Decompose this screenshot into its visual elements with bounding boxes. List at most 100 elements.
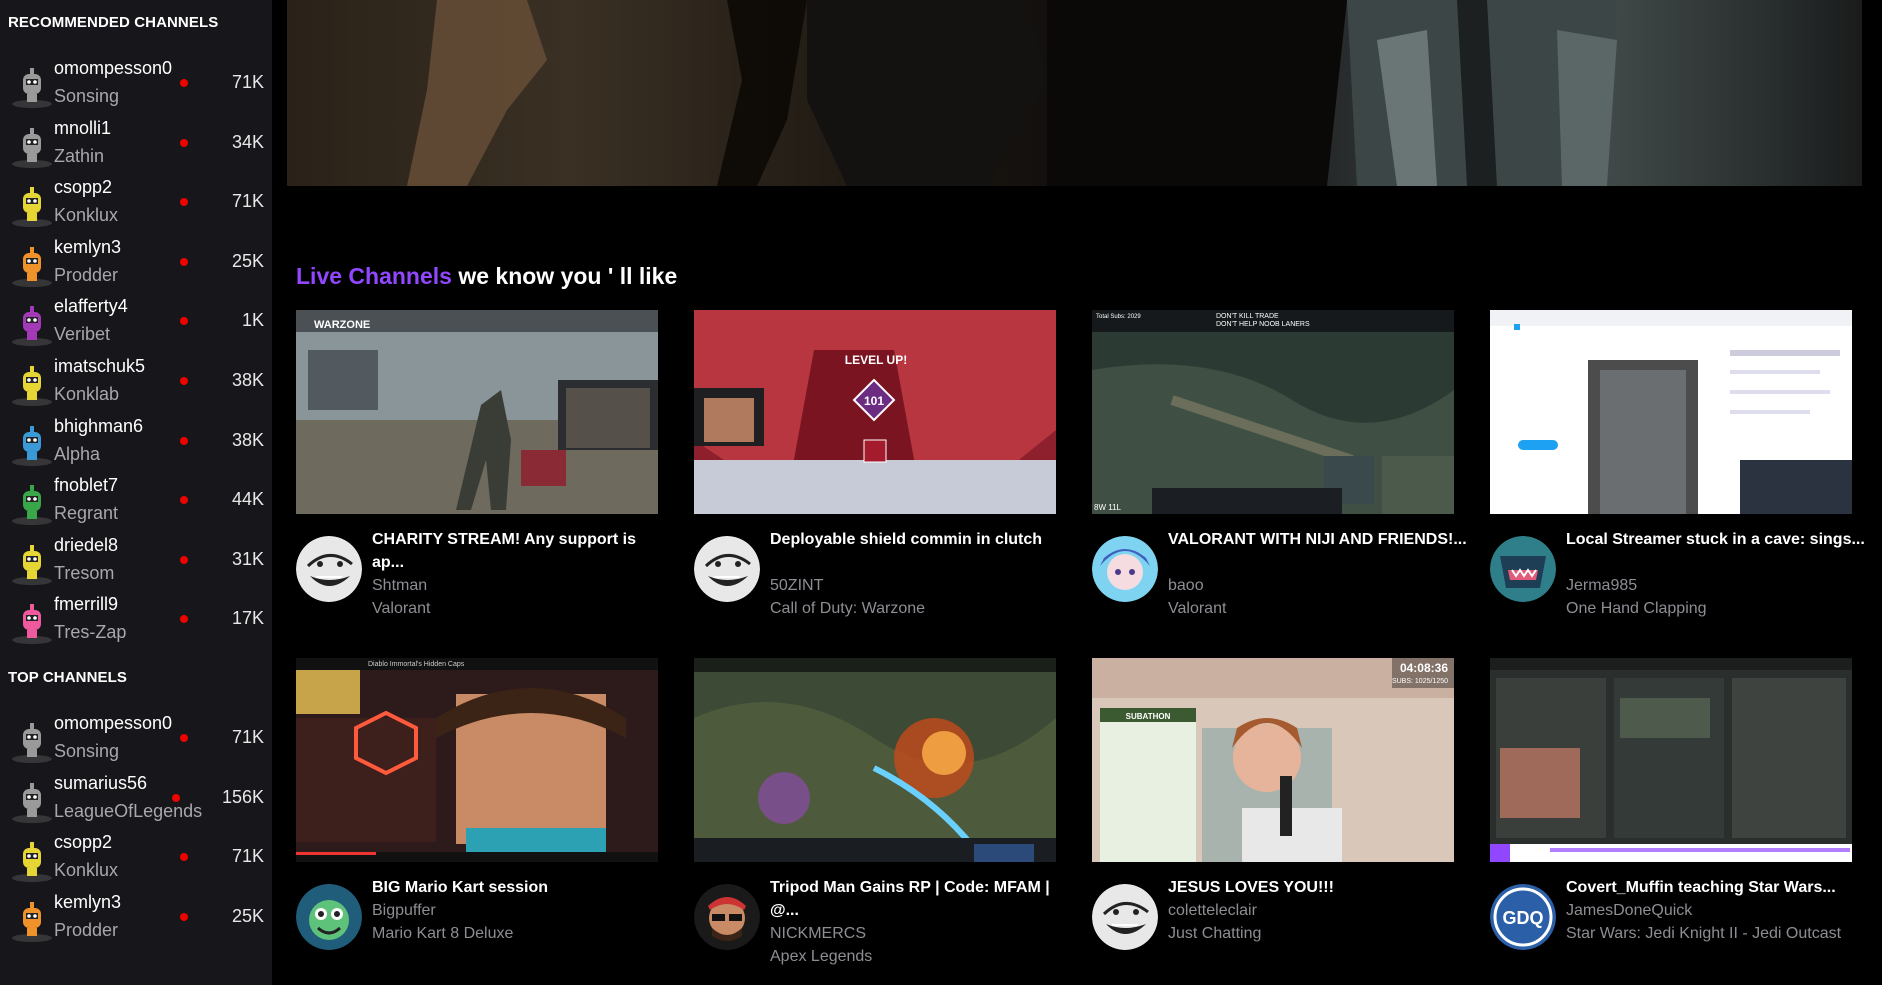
channel-game: Konklux	[54, 860, 119, 881]
viewer-count: 25K	[231, 250, 264, 271]
sunglasses-avatar-icon[interactable]	[694, 884, 760, 950]
gray-robot-icon	[9, 781, 55, 823]
channel-row[interactable]: kemlyn3 Prodder 25K	[0, 235, 272, 295]
channel-row[interactable]: kemlyn3 Prodder 25K	[0, 890, 272, 950]
viewer-count: 31K	[231, 548, 264, 569]
stream-thumbnail[interactable]: 04:08:36 SUBS: 1025/1250 SUBATHON	[1092, 658, 1454, 862]
stream-thumbnail[interactable]: LEVEL UP! 101	[694, 310, 1056, 514]
stream-meta: Local Streamer stuck in a cave: sings...…	[1490, 528, 1870, 628]
channel-name: elafferty4	[54, 296, 128, 317]
live-channels-heading: Live Channels we know you ' ll like	[296, 263, 677, 290]
stream-card[interactable]: Local Streamer stuck in a cave: sings...…	[1490, 310, 1865, 617]
trollface-icon[interactable]	[694, 536, 760, 602]
stream-thumbnail[interactable]	[1490, 310, 1852, 514]
anime-avatar-icon[interactable]	[1092, 536, 1158, 602]
channel-name: omompesson0	[54, 713, 173, 733]
stream-card[interactable]: Tripod Man Gains RP | Code: MFAM | @... …	[694, 658, 1056, 965]
channel-row[interactable]: imatschuk5 Konklab 38K	[0, 354, 272, 414]
stream-title[interactable]: Tripod Man Gains RP | Code: MFAM | @...	[770, 876, 1070, 922]
stream-card[interactable]: 04:08:36 SUBS: 1025/1250 SUBATHON JESUS …	[1092, 658, 1454, 950]
streamer-name[interactable]: Bigpuffer	[372, 899, 436, 922]
stream-card[interactable]: Diablo Immortal's Hidden Caps BIG Mario …	[296, 658, 658, 950]
channel-row[interactable]: fmerrill9 Tres-Zap 17K	[0, 592, 272, 652]
game-name[interactable]: Just Chatting	[1168, 922, 1261, 945]
game-name[interactable]: Call of Duty: Warzone	[770, 597, 925, 620]
warzone-logo: WARZONE	[314, 319, 370, 331]
video-title-text: Diablo Immortal's Hidden Caps	[368, 661, 465, 668]
stream-note-2: DON'T HELP NOOB LANERS	[1216, 321, 1310, 328]
monster-avatar-icon[interactable]	[1490, 536, 1556, 602]
stream-title[interactable]: VALORANT WITH NIJI AND FRIENDS!...	[1168, 528, 1468, 551]
stream-card[interactable]: WARZONE CHARITY STREAM! Any support is a…	[296, 310, 658, 617]
channel-row[interactable]: csopp2 Konklux 71K	[0, 175, 272, 235]
stream-title[interactable]: BIG Mario Kart session	[372, 876, 672, 899]
stream-title[interactable]: Local Streamer stuck in a cave: sings...	[1566, 528, 1866, 551]
stream-thumbnail[interactable]	[694, 658, 1056, 862]
stream-thumbnail[interactable]: Total Subs: 2029 DON'T KILL TRADE DON'T …	[1092, 310, 1454, 514]
channel-name: mnolli1	[54, 117, 112, 138]
stream-card[interactable]: Total Subs: 2029 DON'T KILL TRADE DON'T …	[1092, 310, 1467, 617]
hero-banner[interactable]	[287, 0, 1862, 186]
trollface-icon[interactable]	[1092, 884, 1158, 950]
top-channels-title: TOP CHANNELS	[8, 669, 127, 686]
blue-robot-icon	[9, 424, 55, 466]
stream-title[interactable]: CHARITY STREAM! Any support is ap...	[372, 528, 672, 574]
heading-accent: Live Channels	[296, 263, 452, 289]
viewer-count: 38K	[231, 369, 264, 390]
game-name[interactable]: Valorant	[1168, 597, 1226, 620]
game-name[interactable]: Apex Legends	[770, 945, 872, 968]
live-indicator-icon	[180, 912, 188, 921]
game-name[interactable]: Mario Kart 8 Deluxe	[372, 922, 513, 945]
stream-timer: 04:08:36	[1400, 661, 1448, 675]
stream-card[interactable]: GDQ Covert_Muffin teaching Star Wars... …	[1490, 658, 1852, 950]
channel-name: kemlyn3	[54, 236, 122, 257]
streamer-name[interactable]: baoo	[1168, 574, 1204, 597]
channel-row[interactable]: mnolli1 Zathin 34K	[0, 116, 272, 176]
streamer-name[interactable]: 50ZINT	[770, 574, 823, 597]
channel-game: Prodder	[54, 264, 119, 285]
live-indicator-icon	[180, 496, 188, 505]
streamer-name[interactable]: Jerma985	[1566, 574, 1637, 597]
viewer-count: 25K	[231, 905, 264, 926]
channel-row[interactable]: omompesson0 Sonsing 71K	[0, 56, 272, 116]
live-indicator-icon	[180, 853, 188, 862]
gdq-logo-icon[interactable]: GDQ	[1490, 884, 1556, 950]
trollface-icon[interactable]	[296, 536, 362, 602]
viewer-count: 17K	[231, 608, 264, 629]
live-channels-grid: WARZONE CHARITY STREAM! Any support is a…	[296, 310, 1865, 980]
stream-title[interactable]: Deployable shield commin in clutch	[770, 528, 1070, 551]
channel-row[interactable]: fnoblet7 Regrant 44K	[0, 473, 272, 533]
heading-rest: we know you ' ll like	[451, 263, 678, 289]
stream-title[interactable]: JESUS LOVES YOU!!!	[1168, 876, 1468, 899]
streamer-name[interactable]: Shtman	[372, 574, 427, 597]
channel-game: Zathin	[54, 145, 105, 166]
stream-thumbnail[interactable]: Diablo Immortal's Hidden Caps	[296, 658, 658, 862]
streamer-name[interactable]: JamesDoneQuick	[1566, 899, 1692, 922]
channel-row[interactable]: csopp2 Konklux 71K	[0, 830, 272, 890]
gray-robot-icon	[9, 66, 55, 108]
channel-game: Tres-Zap	[54, 622, 127, 643]
green-monster-avatar-icon[interactable]	[296, 884, 362, 950]
game-name[interactable]: Star Wars: Jedi Knight II - Jedi Outcast	[1566, 922, 1841, 945]
streamer-name[interactable]: NICKMERCS	[770, 922, 866, 945]
channel-row[interactable]: elafferty4 Veribet 1K	[0, 294, 272, 354]
game-name[interactable]: Valorant	[372, 597, 430, 620]
svg-text:GDQ: GDQ	[1502, 908, 1543, 928]
score-text: 8W 11L	[1094, 503, 1122, 512]
yellow-robot-icon	[9, 185, 55, 228]
streamer-name[interactable]: coletteleclair	[1168, 899, 1257, 922]
stream-thumbnail[interactable]: WARZONE	[296, 310, 658, 514]
stream-title[interactable]: Covert_Muffin teaching Star Wars...	[1566, 876, 1866, 899]
live-indicator-icon	[172, 793, 180, 802]
gray-robot-icon	[9, 721, 55, 763]
stream-thumbnail[interactable]	[1490, 658, 1852, 862]
channel-row[interactable]: bhighman6 Alpha 38K	[0, 414, 272, 474]
channel-name: driedel8	[54, 534, 119, 555]
channel-row[interactable]: driedel8 Tresom 31K	[0, 533, 272, 593]
channel-row[interactable]: omompesson0 Sonsing 71K	[0, 711, 272, 771]
channel-game: Sonsing	[54, 86, 120, 106]
stream-card[interactable]: LEVEL UP! 101 Deployable shield commin i…	[694, 310, 1056, 617]
channel-row[interactable]: sumarius56 LeagueOfLegends 156K	[0, 771, 272, 831]
game-name[interactable]: One Hand Clapping	[1566, 597, 1707, 620]
channel-game: Regrant	[54, 503, 119, 524]
